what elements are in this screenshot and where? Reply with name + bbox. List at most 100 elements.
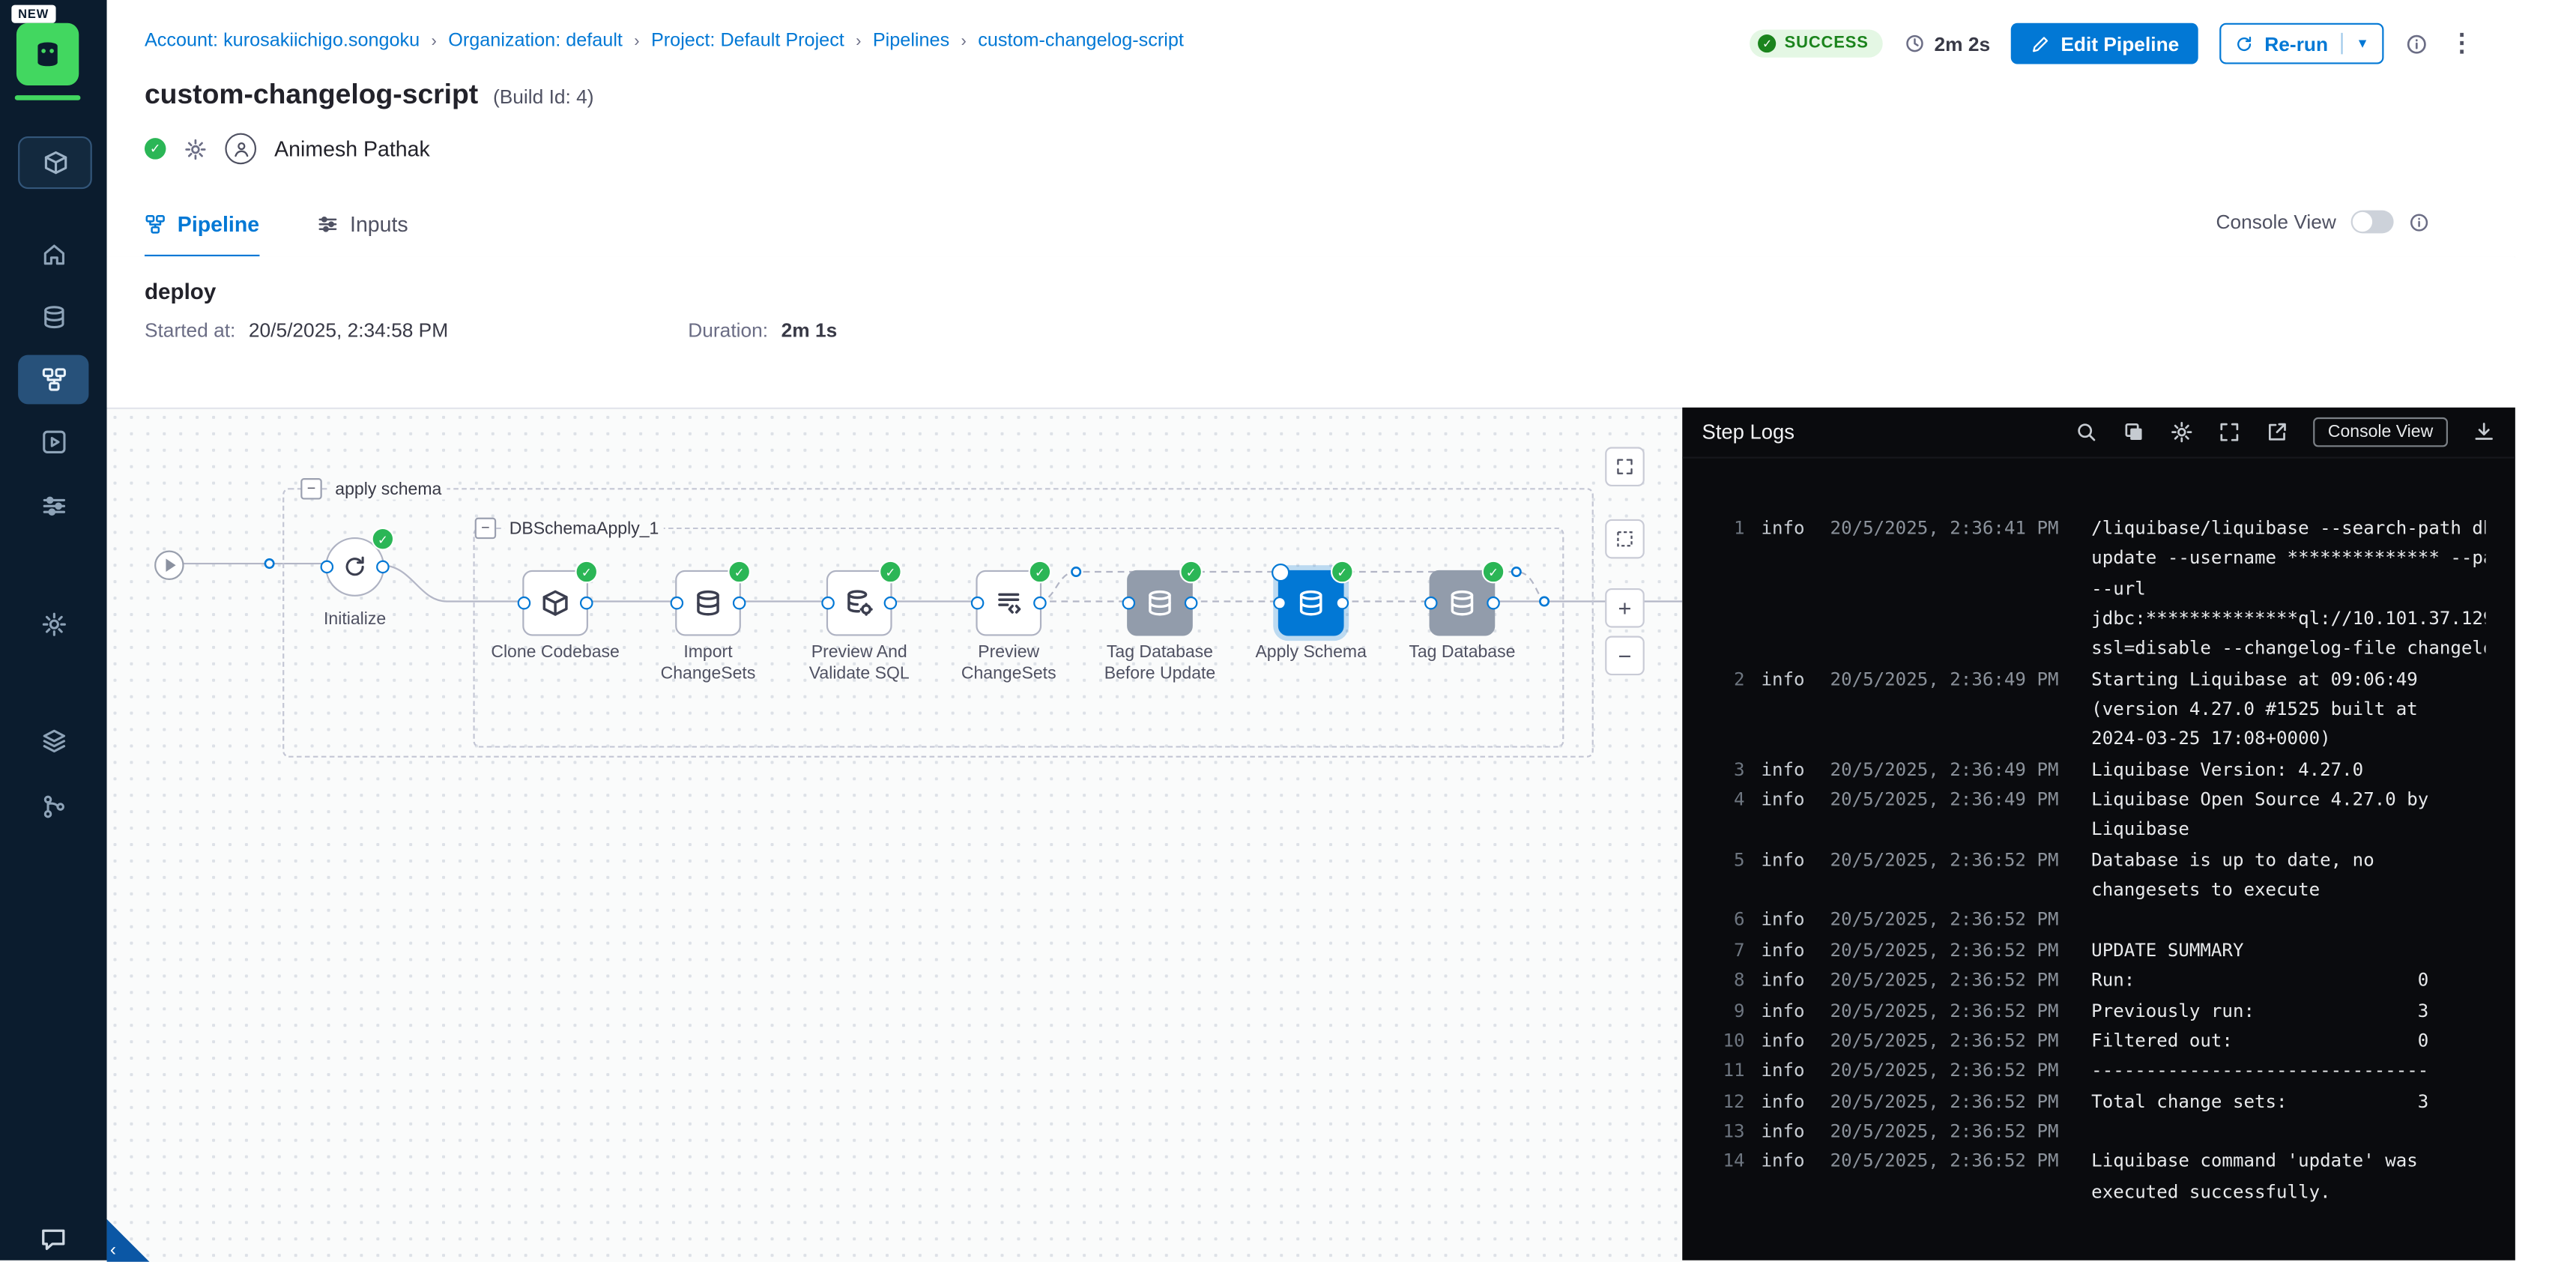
sidebar-item-chat[interactable]: [0, 1226, 107, 1254]
node-tag-database[interactable]: ✓ Tag Database: [1430, 570, 1496, 636]
log-row: 9 info 20/5/2025, 2:36:52 PM Previously …: [1705, 997, 2515, 1027]
tab-pipeline[interactable]: Pipeline: [145, 194, 259, 259]
node-label: Initialize: [284, 609, 426, 631]
node-tag-database-before-update[interactable]: ✓ Tag Database Before Update: [1127, 570, 1193, 636]
success-check-icon: ✓: [1482, 561, 1505, 584]
node-initialize[interactable]: ✓ Initialize: [325, 537, 384, 597]
log-row: 8 info 20/5/2025, 2:36:52 PM Run: 0: [1705, 967, 2515, 997]
node-clone-codebase[interactable]: ✓ Clone Codebase: [522, 570, 588, 636]
breadcrumb-pipelines[interactable]: Pipelines: [873, 31, 949, 51]
node-preview-changesets[interactable]: ✓ Preview ChangeSets: [976, 570, 1041, 636]
connector-dot: [518, 597, 531, 610]
sidebar-item-databases[interactable]: [0, 304, 107, 330]
connector-dot: [1185, 597, 1198, 610]
success-check-icon: ✓: [575, 561, 598, 584]
tab-inputs[interactable]: Inputs: [317, 194, 408, 255]
rerun-button[interactable]: Re-run ▼: [2220, 23, 2383, 64]
duration-label: Duration:: [688, 318, 768, 342]
gear-icon[interactable]: [184, 137, 208, 160]
success-check-icon: ✓: [372, 528, 395, 551]
info-icon[interactable]: [2408, 211, 2430, 233]
connector-dot: [1033, 597, 1047, 610]
log-line-number: 7: [1705, 936, 1745, 966]
sidebar-item-filters[interactable]: [0, 493, 107, 519]
breadcrumb-separator: ›: [856, 32, 861, 50]
console-view-toggle[interactable]: [2351, 211, 2394, 234]
pipeline-start-node[interactable]: [154, 551, 184, 580]
node-apply-schema[interactable]: ✓ Apply Schema: [1278, 570, 1344, 636]
sidebar-item-executions[interactable]: [0, 429, 107, 455]
sidebar-item-pipelines[interactable]: [18, 355, 88, 405]
log-level: info: [1761, 846, 1820, 876]
brand-underline: [15, 95, 81, 100]
pipeline-icon: [145, 214, 166, 235]
node-import-changesets[interactable]: ✓ Import ChangeSets: [675, 570, 741, 636]
log-level: info: [1761, 1027, 1820, 1057]
connector-dot: [821, 597, 835, 610]
edit-pipeline-button[interactable]: Edit Pipeline: [2012, 23, 2199, 64]
log-line-number: [1705, 575, 1745, 605]
sidebar-item-settings[interactable]: [0, 612, 107, 638]
log-level: info: [1761, 1087, 1820, 1117]
log-message: Starting Liquibase at 09:06:49: [2091, 665, 2485, 695]
log-timestamp: 20/5/2025, 2:36:52 PM: [1830, 1147, 2081, 1177]
sidebar: NEW: [0, 0, 107, 1261]
node-label: Apply Schema: [1240, 642, 1382, 664]
console-view-button[interactable]: Console View: [2313, 417, 2448, 447]
external-link-icon[interactable]: [2266, 420, 2289, 444]
info-icon[interactable]: [2405, 32, 2428, 55]
breadcrumb-current[interactable]: custom-changelog-script: [978, 31, 1184, 51]
database-icon: [1296, 588, 1325, 618]
log-level: info: [1761, 665, 1820, 695]
log-lines[interactable]: 1 info 20/5/2025, 2:36:41 PM /liquibase/…: [1682, 459, 2515, 1208]
sidebar-item-modules[interactable]: [18, 136, 92, 189]
search-icon[interactable]: [2075, 420, 2098, 444]
log-line-number: [1705, 876, 1745, 906]
log-message: --url: [2091, 575, 2485, 605]
gear-icon[interactable]: [2170, 420, 2193, 444]
canvas-select-button[interactable]: [1605, 519, 1645, 559]
log-timestamp: 20/5/2025, 2:36:49 PM: [1830, 785, 2081, 815]
node-preview-validate-sql[interactable]: ✓ Preview And Validate SQL: [826, 570, 892, 636]
collapse-group-button[interactable]: −: [475, 518, 497, 540]
breadcrumb-organization[interactable]: Organization: default: [448, 31, 623, 51]
log-message: Total change sets: 3: [2091, 1087, 2485, 1117]
copy-icon[interactable]: [2123, 420, 2146, 444]
connector-dot: [580, 597, 593, 610]
zoom-in-button[interactable]: +: [1605, 588, 1645, 628]
zoom-out-button[interactable]: −: [1605, 636, 1645, 676]
collapse-group-button[interactable]: −: [300, 478, 322, 500]
log-line-number: 5: [1705, 846, 1745, 876]
success-check-icon: ✓: [879, 561, 902, 584]
canvas-fullscreen-button[interactable]: [1605, 447, 1645, 486]
more-options-icon[interactable]: ⋮: [2449, 35, 2474, 52]
log-level: info: [1761, 514, 1820, 544]
log-level: [1761, 815, 1820, 845]
log-message: Liquibase command 'update' was: [2091, 1147, 2485, 1177]
log-timestamp: 20/5/2025, 2:36:52 PM: [1830, 936, 2081, 966]
elapsed-value: 2m 2s: [1934, 32, 1990, 55]
pipeline-canvas[interactable]: − apply schema − DBSchemaApply_1 ✓ Initi…: [107, 408, 1683, 1262]
play-icon: [166, 558, 175, 572]
log-message: Filtered out: 0: [2091, 1027, 2485, 1057]
log-timestamp: 20/5/2025, 2:36:52 PM: [1830, 997, 2081, 1027]
sidebar-item-environments[interactable]: [0, 728, 107, 754]
play-square-icon: [40, 429, 67, 455]
chat-icon: [40, 1226, 67, 1254]
log-row: 12 info 20/5/2025, 2:36:52 PM Total chan…: [1705, 1087, 2515, 1117]
step-logs-title: Step Logs: [1702, 420, 1795, 444]
download-icon[interactable]: [2473, 420, 2496, 444]
log-timestamp: 20/5/2025, 2:36:52 PM: [1830, 1057, 2081, 1087]
log-level: info: [1761, 997, 1820, 1027]
new-badge: NEW: [11, 5, 55, 23]
breadcrumb-project[interactable]: Project: Default Project: [651, 31, 844, 51]
breadcrumb-account[interactable]: Account: kurosakiichigo.songoku: [145, 31, 420, 51]
log-level: info: [1761, 1117, 1820, 1147]
check-icon: ✓: [1759, 34, 1777, 52]
fullscreen-icon[interactable]: [2218, 420, 2241, 444]
sidebar-item-connectors[interactable]: [0, 794, 107, 820]
brand-logo-icon[interactable]: [16, 23, 79, 85]
chevron-down-icon[interactable]: ▼: [2356, 36, 2368, 51]
connector-dot: [971, 597, 985, 610]
sidebar-item-home[interactable]: [0, 241, 107, 268]
